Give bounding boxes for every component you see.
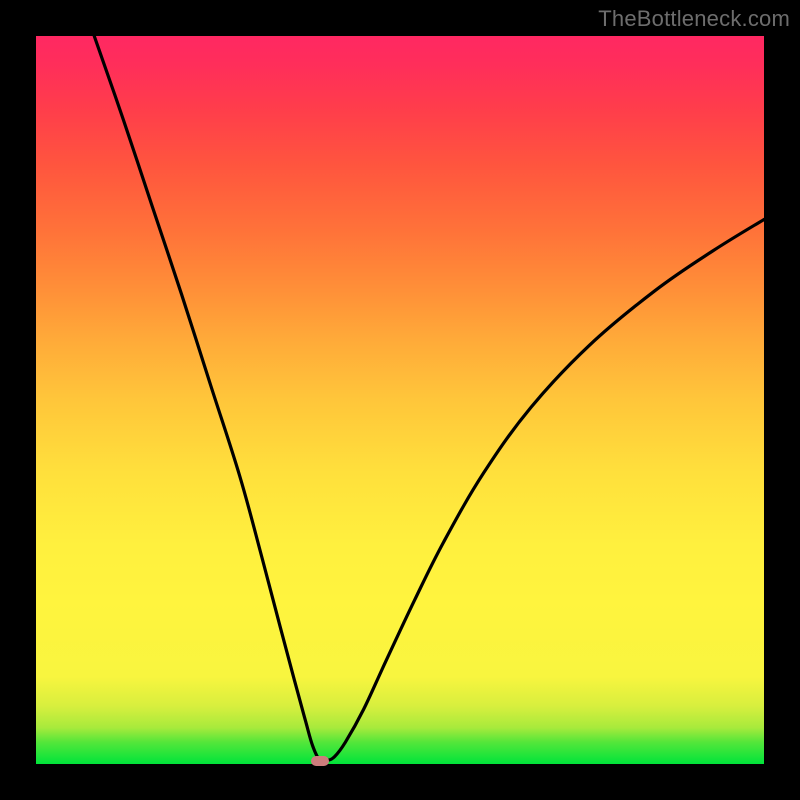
minimum-marker bbox=[311, 756, 329, 766]
bottleneck-curve bbox=[94, 36, 764, 762]
chart-frame: TheBottleneck.com bbox=[0, 0, 800, 800]
plot-area bbox=[36, 36, 764, 764]
curve-svg bbox=[36, 36, 764, 764]
watermark-text: TheBottleneck.com bbox=[598, 6, 790, 32]
